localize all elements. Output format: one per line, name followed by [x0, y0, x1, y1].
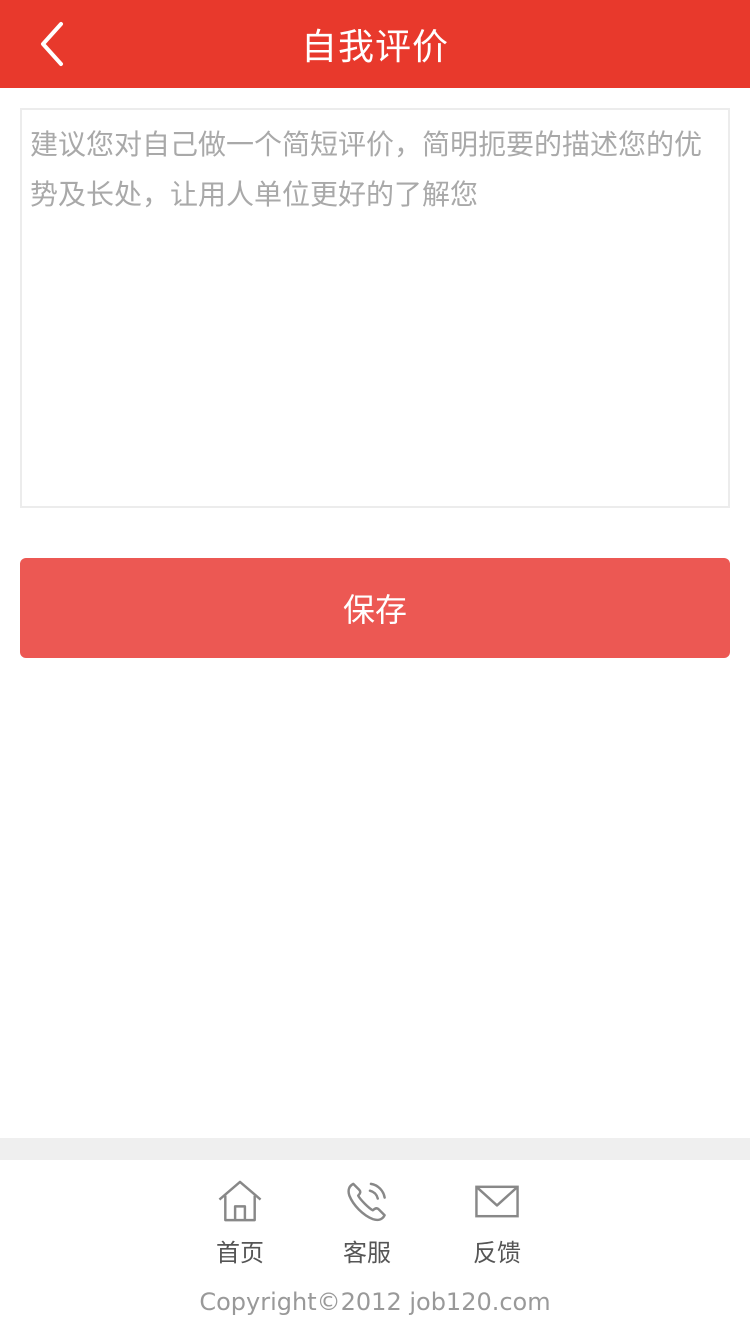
footer-nav-service[interactable]: 客服: [322, 1178, 412, 1268]
self-evaluation-input[interactable]: [22, 110, 728, 506]
back-button[interactable]: [22, 14, 82, 74]
copyright-text: Copyright©2012 job120.com: [199, 1288, 551, 1316]
mail-icon: [475, 1185, 519, 1218]
footer-nav-feedback[interactable]: 反馈: [452, 1178, 542, 1268]
footer-nav-home[interactable]: 首页: [195, 1178, 285, 1268]
page: 自我评价 保存 首页 客服: [0, 0, 750, 1334]
footer-nav-service-label: 客服: [343, 1239, 391, 1267]
footer-divider: [0, 1138, 750, 1160]
header-bar: 自我评价: [0, 0, 750, 88]
chevron-left-icon: [41, 22, 63, 66]
footer: 首页 客服 反馈 Copyright©2012 job120.com: [0, 1160, 750, 1334]
home-icon: [218, 1180, 262, 1222]
self-evaluation-box: [20, 108, 730, 508]
footer-nav: 首页 客服 反馈: [0, 1178, 750, 1268]
save-button[interactable]: 保存: [20, 558, 730, 658]
footer-nav-feedback-label: 反馈: [473, 1239, 521, 1267]
footer-nav-home-label: 首页: [216, 1239, 264, 1267]
page-title: 自我评价: [300, 27, 449, 68]
phone-icon: [347, 1182, 386, 1222]
